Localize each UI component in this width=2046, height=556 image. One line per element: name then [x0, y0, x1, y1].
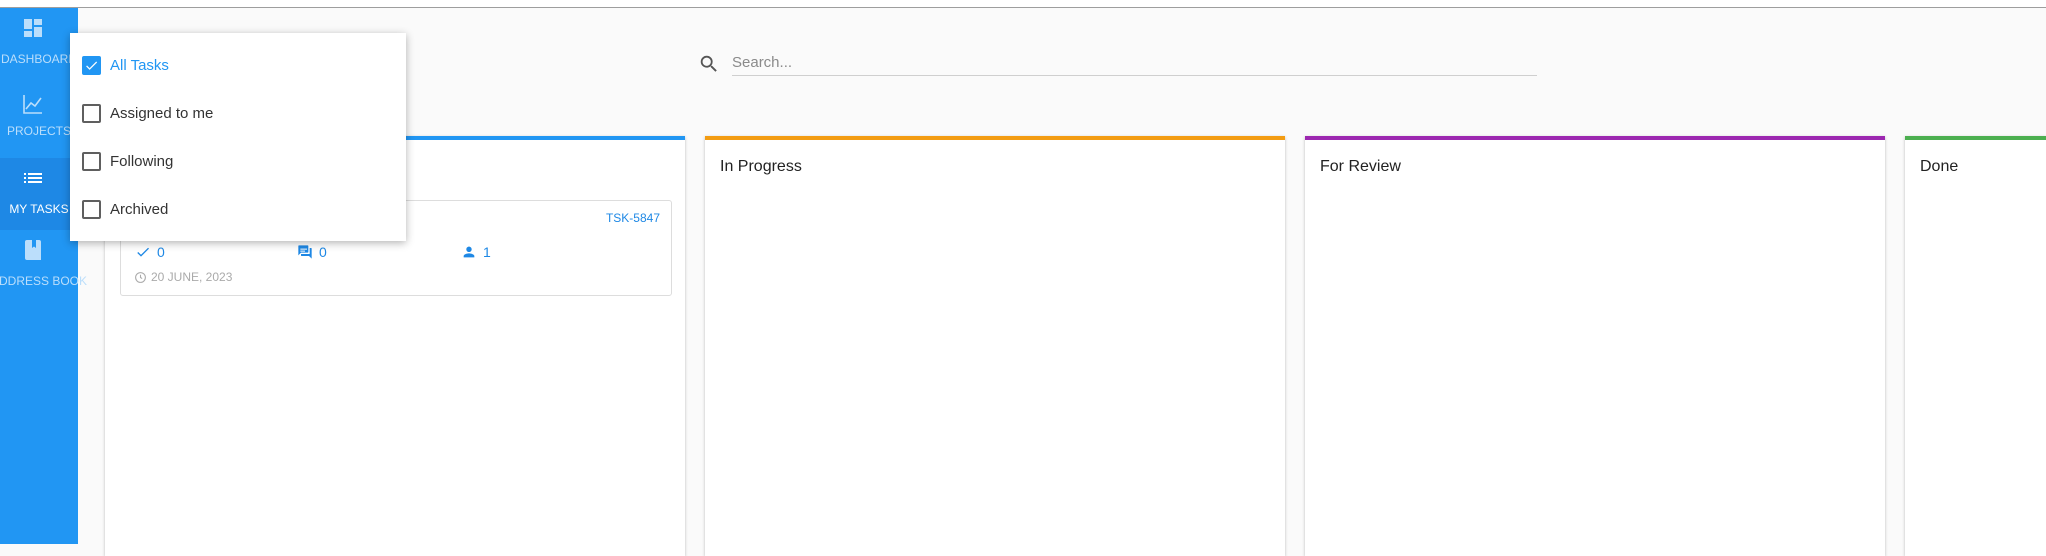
task-filter-menu: All Tasks Assigned to me Following Archi… — [70, 33, 406, 241]
checkbox[interactable] — [82, 151, 101, 171]
filter-archived[interactable]: Archived — [70, 189, 406, 229]
column-done: Done — [1905, 136, 2046, 556]
task-date: 20 JUNE, 2023 — [134, 270, 232, 284]
filter-assigned-to-me[interactable]: Assigned to me — [70, 93, 406, 133]
list-icon — [24, 173, 42, 183]
filter-label: Assigned to me — [110, 104, 214, 122]
sidebar-item-projects[interactable]: PROJECTS — [0, 80, 78, 152]
task-id[interactable]: TSK-5847 — [606, 211, 660, 225]
check-icon — [137, 247, 149, 257]
person-icon — [463, 246, 475, 258]
filter-label: Following — [110, 152, 174, 170]
sidebar-item-address-book[interactable]: ADDRESS BOOK — [0, 230, 87, 302]
checkmark-icon — [86, 60, 98, 70]
sidebar-item-label: ADDRESS BOOK — [0, 274, 88, 288]
checkbox-checked[interactable] — [82, 55, 101, 75]
top-border — [0, 0, 2046, 8]
book-icon — [25, 240, 41, 260]
comments-value: 0 — [319, 244, 327, 260]
filter-label: Archived — [110, 200, 169, 218]
checks-count: 0 — [135, 244, 165, 260]
task-date-value: 20 JUNE, 2023 — [151, 270, 233, 284]
chart-line-icon — [23, 95, 42, 114]
checkbox[interactable] — [82, 103, 101, 123]
search-input[interactable] — [732, 50, 1537, 76]
column-title: In Progress — [720, 158, 802, 175]
sidebar-item-dashboard[interactable]: DASHBOARD — [0, 8, 78, 80]
checks-value: 0 — [157, 244, 165, 260]
comment-icon — [298, 245, 312, 259]
dashboard-icon — [24, 19, 42, 37]
filter-all-tasks[interactable]: All Tasks — [70, 45, 406, 85]
comments-count: 0 — [297, 244, 327, 260]
column-in-progress: In Progress — [705, 136, 1285, 556]
column-title: For Review — [1320, 158, 1401, 175]
clock-icon — [135, 271, 146, 283]
column-title: Done — [1920, 158, 1959, 175]
search-icon — [700, 55, 717, 72]
column-for-review: For Review — [1305, 136, 1885, 556]
assignees-value: 1 — [483, 244, 491, 260]
filter-following[interactable]: Following — [70, 141, 406, 181]
filter-label: All Tasks — [110, 56, 169, 74]
sidebar: DASHBOARD PROJECTS MY TASKS ADDRESS BOOK — [0, 8, 87, 544]
checkbox[interactable] — [82, 199, 101, 219]
assignees-count: 1 — [461, 244, 491, 260]
sidebar-item-my-tasks[interactable]: MY TASKS — [0, 158, 78, 230]
